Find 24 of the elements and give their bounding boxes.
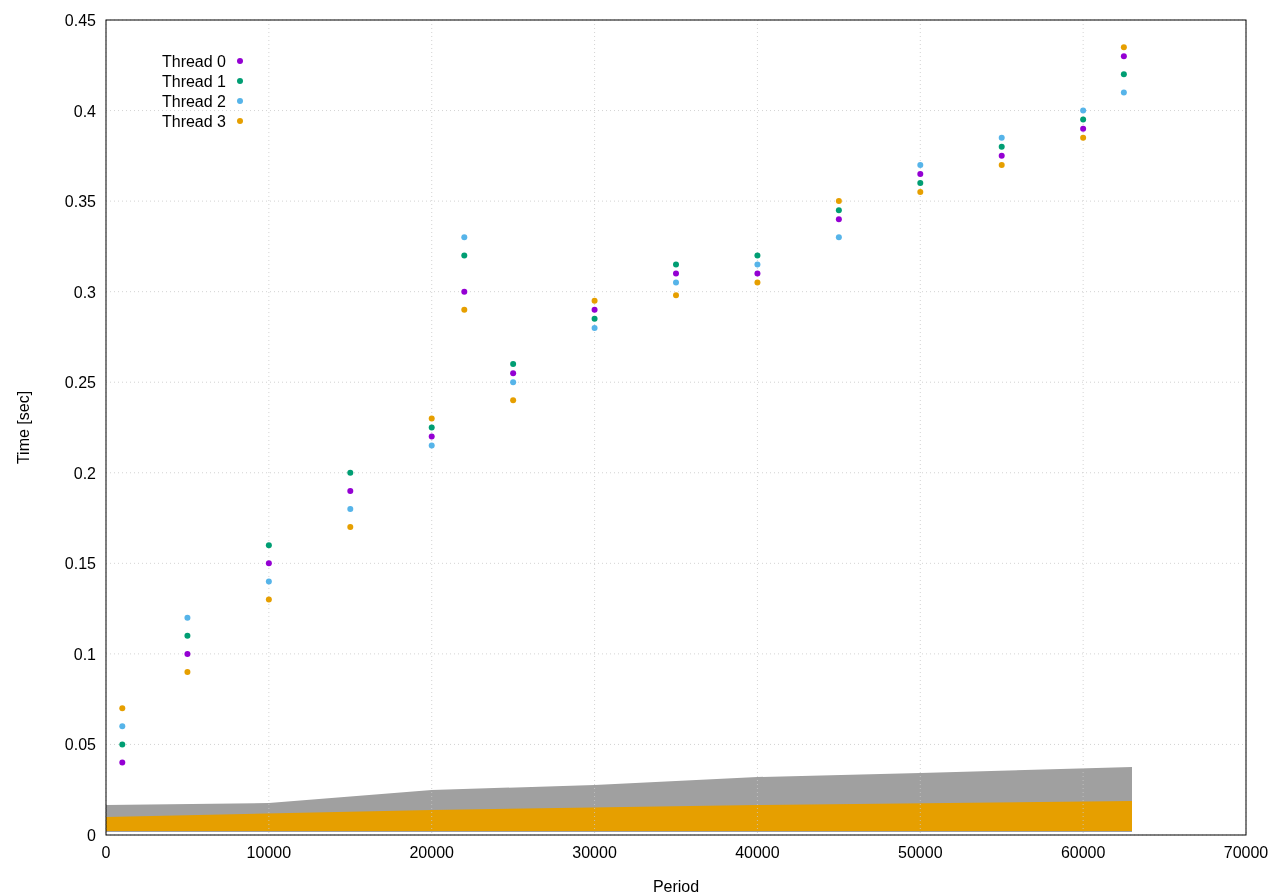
x-tick-label: 60000 <box>1060 844 1106 861</box>
x-tick-label: 50000 <box>898 844 943 861</box>
legend-label: Thread 3 <box>161 113 226 130</box>
y-tick-label: 0.35 <box>64 193 96 211</box>
y-axis-title: Time [sec] <box>15 390 32 465</box>
x-axis-title: Period <box>652 878 700 895</box>
y-tick-label: 0.05 <box>64 736 96 754</box>
legend-label: Thread 2 <box>161 93 226 110</box>
x-tick-label: 0 <box>101 844 111 861</box>
x-tick-label: 70000 <box>1223 844 1269 861</box>
legend-label: Thread 1 <box>161 73 226 90</box>
x-tick-label: 30000 <box>572 844 617 861</box>
x-tick-label: 40000 <box>735 844 780 861</box>
y-tick-label: 0.25 <box>64 374 96 392</box>
y-tick-label: 0.2 <box>73 464 96 482</box>
y-tick-label: 0.3 <box>73 283 96 301</box>
y-tick-label: 0.4 <box>73 102 96 120</box>
x-tick-label: 20000 <box>409 844 454 861</box>
x-tick-label: 10000 <box>246 844 292 861</box>
y-tick-label: 0.15 <box>64 555 96 573</box>
y-tick-label: 0.1 <box>73 645 96 663</box>
y-tick-label: 0.45 <box>64 12 96 29</box>
y-tick-label: 0 <box>87 827 96 844</box>
legend-label: Thread 0 <box>161 53 226 70</box>
